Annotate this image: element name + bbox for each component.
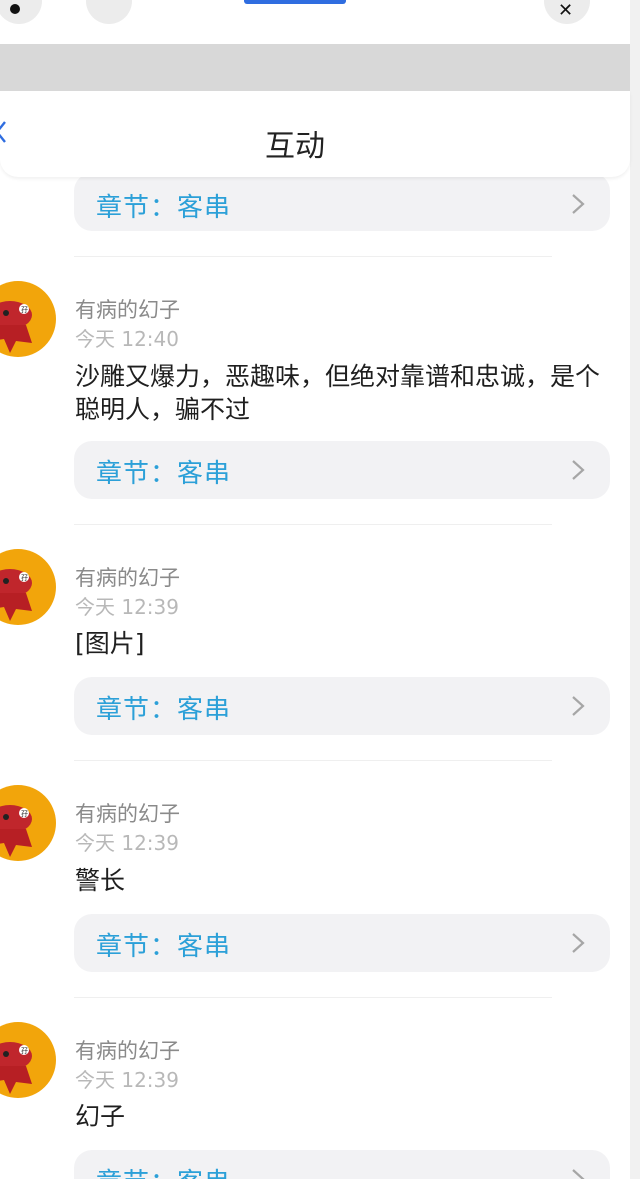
toolbar-button[interactable] <box>86 0 132 24</box>
avatar[interactable]: 孖 <box>0 549 56 625</box>
comment-text: 沙雕又爆力，恶趣味，但绝对靠谱和忠诚，是个聪明人，骗不过 <box>75 362 601 424</box>
chapter-link[interactable]: 章节：客串 <box>74 441 610 499</box>
divider <box>74 524 552 525</box>
chevron-right-icon <box>572 194 585 214</box>
panel-header: 互动 <box>0 91 630 177</box>
sheet-backdrop <box>0 44 630 91</box>
comment-username[interactable]: 有病的幻子 <box>75 798 180 828</box>
top-toolbar <box>0 0 630 44</box>
comment-time: 今天 12:39 <box>75 1068 179 1092</box>
chapter-link[interactable]: 章节：客串 <box>74 914 610 972</box>
chapter-link-label: 章节：客串 <box>96 695 232 725</box>
comment-time: 今天 12:39 <box>75 595 179 619</box>
avatar-character-icon: 孖 <box>0 301 32 353</box>
chevron-right-icon <box>572 460 585 480</box>
svg-text:孖: 孖 <box>21 306 28 314</box>
avatar-character-icon: 孖 <box>0 569 32 621</box>
avatar-character-icon: 孖 <box>0 1042 32 1094</box>
chapter-link[interactable]: 章节：客串 <box>74 173 610 231</box>
chapter-link-label: 章节：客串 <box>96 1162 231 1179</box>
chapter-link-label: 章节：客串 <box>96 932 232 962</box>
comment-text: 警长 <box>75 866 126 895</box>
comment-username[interactable]: 有病的幻子 <box>75 562 180 592</box>
avatar-character-icon: 孖 <box>0 805 32 857</box>
primary-action-button[interactable] <box>244 0 346 4</box>
close-button[interactable] <box>544 0 590 24</box>
svg-text:孖: 孖 <box>21 1047 28 1055</box>
avatar[interactable]: 孖 <box>0 785 56 861</box>
avatar[interactable]: 孖 <box>0 1022 56 1098</box>
comment-time: 今天 12:40 <box>75 327 179 351</box>
toolbar-button[interactable] <box>0 0 42 24</box>
chapter-link-label: 章节：客串 <box>96 459 232 489</box>
chevron-right-icon <box>572 933 585 953</box>
divider <box>74 760 552 761</box>
divider <box>74 997 552 998</box>
svg-text:孖: 孖 <box>21 810 28 818</box>
comment-text: 幻子 <box>75 1102 126 1131</box>
chapter-link-label: 章节：客串 <box>96 193 232 223</box>
comment-text[interactable]: [图片] <box>75 627 605 660</box>
comment-time: 今天 12:39 <box>75 831 179 855</box>
chevron-right-icon <box>572 1169 585 1179</box>
scrollbar-track[interactable] <box>630 0 640 1179</box>
comment-username[interactable]: 有病的幻子 <box>75 294 180 324</box>
avatar[interactable]: 孖 <box>0 281 56 357</box>
divider <box>74 256 552 257</box>
comment-username[interactable]: 有病的幻子 <box>75 1035 180 1065</box>
svg-text:孖: 孖 <box>21 574 28 582</box>
chapter-link[interactable]: 章节：客串 <box>74 677 610 735</box>
chapter-link[interactable]: 章节：客串 <box>74 1150 610 1179</box>
page-title: 互动 <box>265 129 325 164</box>
chevron-right-icon <box>572 696 585 716</box>
